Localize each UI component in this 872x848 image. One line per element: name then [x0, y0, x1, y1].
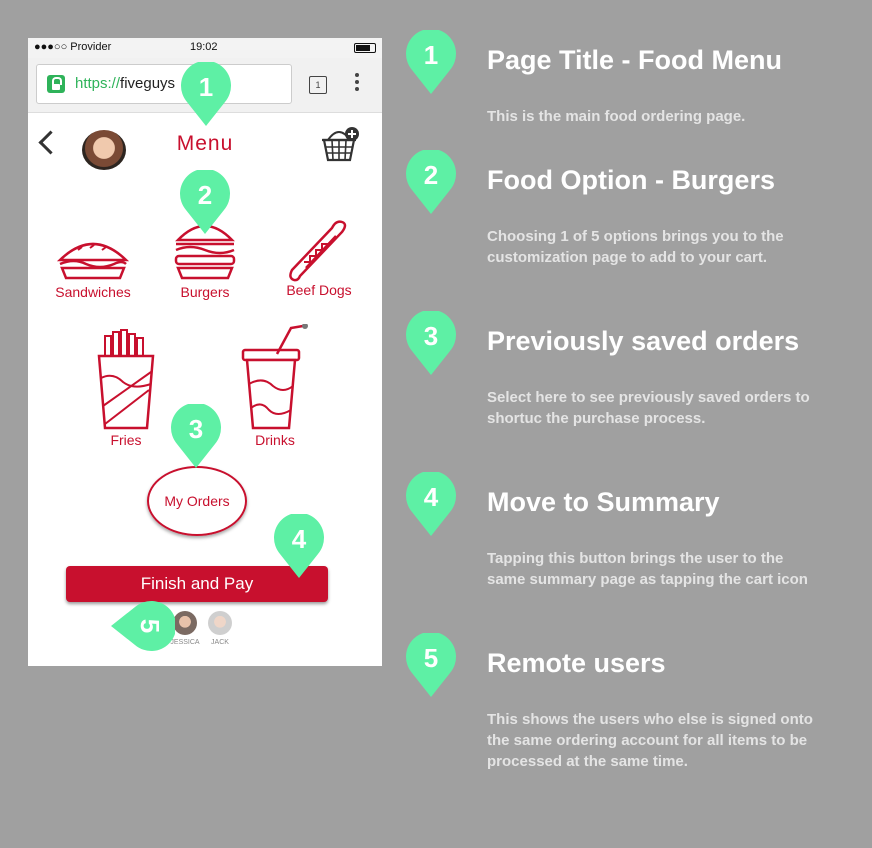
remote-user-avatar [208, 611, 232, 635]
my-orders-button[interactable]: My Orders [147, 466, 247, 536]
pin-number: 1 [198, 72, 214, 102]
food-option-fries[interactable]: Fries [84, 328, 168, 448]
annotation-description: This is the main food ordering page. [487, 108, 746, 125]
carrier-text: ●●●○○ Provider [34, 41, 112, 53]
lock-icon [47, 75, 65, 93]
fries-icon [97, 329, 155, 430]
annotation-pin-2: 2 [179, 170, 231, 236]
pin-number: 4 [291, 524, 307, 554]
url-scheme: https:// [75, 75, 121, 92]
legend-pin-1: 1 [405, 30, 457, 96]
url-text: https://fiveguys [75, 75, 175, 92]
pin-number: 2 [423, 160, 439, 190]
battery-icon [354, 43, 376, 53]
annotation-description: This shows the users who else is signed … [487, 711, 813, 770]
pin-number: 3 [188, 414, 204, 444]
legend-pin-4: 4 [405, 472, 457, 538]
annotation-description: Choosing 1 of 5 options brings you to th… [487, 228, 784, 266]
tab-switcher-button[interactable]: 1 [309, 76, 327, 94]
food-option-label: Beef Dogs [286, 282, 352, 298]
legend-pin-5: 5 [405, 633, 457, 699]
legend-pin-3: 3 [405, 311, 457, 377]
remote-user-name: JACK [211, 639, 229, 646]
food-option-beef-dogs[interactable]: Beef Dogs [273, 218, 365, 298]
phone-screen: ●●●○○ Provider 19:02 https://fiveguys 1 … [28, 38, 382, 666]
remote-user-avatar [173, 611, 197, 635]
annotation-title: Remote users [487, 648, 666, 678]
cart-icon[interactable] [318, 126, 360, 166]
hotdog-icon [289, 220, 347, 282]
url-bar[interactable]: https://fiveguys [36, 64, 292, 104]
food-option-label: Fries [110, 432, 142, 448]
food-option-label: Sandwiches [55, 284, 131, 300]
annotation-pin-4: 4 [273, 514, 325, 580]
back-arrow-icon[interactable] [38, 130, 63, 155]
food-option-label: Drinks [255, 432, 295, 448]
pin-number: 2 [197, 180, 213, 210]
overflow-menu-icon[interactable] [355, 73, 359, 95]
food-option-drinks[interactable]: Drinks [232, 324, 318, 448]
remote-user-jack[interactable]: JACK [203, 611, 237, 646]
pin-number: 5 [135, 618, 165, 634]
annotation-pin-3: 3 [170, 404, 222, 470]
food-option-label: Burgers [180, 284, 230, 300]
annotation-description: Tapping this button brings the user to t… [487, 550, 808, 588]
food-option-sandwiches[interactable]: Sandwiches [46, 234, 140, 300]
pin-number: 3 [423, 321, 439, 351]
annotation-pin-5: 5 [109, 600, 175, 652]
annotation-title: Previously saved orders [487, 326, 800, 356]
page-title: Menu [176, 132, 234, 155]
pin-number: 4 [423, 482, 439, 512]
annotation-title: Food Option - Burgers [487, 165, 775, 195]
status-bar: ●●●○○ Provider 19:02 [28, 38, 382, 58]
annotation-description: Select here to see previously saved orde… [487, 389, 810, 427]
annotation-pin-1: 1 [180, 62, 232, 128]
annotation-title: Page Title - Food Menu [487, 45, 783, 75]
annotation-title: Move to Summary [487, 487, 720, 517]
pin-number: 1 [423, 40, 439, 70]
user-avatar[interactable] [82, 130, 126, 170]
legend-pin-2: 2 [405, 150, 457, 216]
clock-text: 19:02 [190, 41, 218, 53]
url-host: fiveguys [120, 75, 176, 92]
sandwich-icon [56, 242, 130, 280]
pin-number: 5 [423, 643, 439, 673]
drink-icon [241, 324, 308, 430]
